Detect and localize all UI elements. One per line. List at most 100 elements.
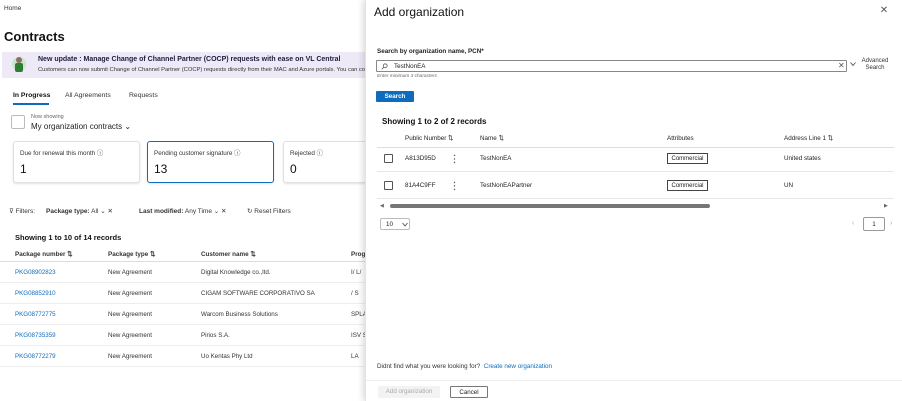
- card-rejected[interactable]: Rejected ⓘ 0: [283, 141, 367, 183]
- col-label: Package number: [15, 251, 66, 258]
- org-name: TestNonEA: [480, 155, 512, 162]
- package-link[interactable]: PKG08902823: [15, 269, 56, 276]
- card-label: Rejected: [290, 150, 315, 157]
- search-hint: Enter minimum 3 characters: [377, 74, 437, 79]
- card-due-for-renewal[interactable]: Due for renewal this month ⓘ 1: [13, 141, 140, 183]
- table-row[interactable]: PKG08852910 New Agreement CIGAM SOFTWARE…: [0, 284, 365, 304]
- table-row[interactable]: PKG08902823 New Agreement Digital Knowle…: [0, 263, 365, 283]
- footer-divider: [366, 380, 902, 381]
- customer-name: Pirios S.A.: [201, 332, 230, 339]
- tab-requests[interactable]: Requests: [129, 92, 158, 99]
- chevron-down-icon[interactable]: [850, 61, 856, 67]
- reset-filters-label: Reset Filters: [254, 208, 291, 215]
- col-name[interactable]: Name ⇅: [480, 135, 504, 142]
- table-row[interactable]: PKG08772775 New Agreement Warcom Busines…: [0, 305, 367, 325]
- table-row[interactable]: A813D95D TestNonEA Commercial United sta…: [377, 146, 894, 172]
- customer-name: Uo Kentas Phy Ltd: [201, 353, 253, 360]
- banner-illustration-icon: [12, 57, 26, 72]
- tab-in-progress[interactable]: In Progress: [13, 92, 50, 99]
- search-label: Search by organization name, PCN*: [377, 48, 484, 55]
- package-type-label: Package type:: [46, 208, 90, 215]
- contracts-table-header: Package number ⇅ Package type ⇅ Customer…: [0, 248, 365, 262]
- tab-all-agreements[interactable]: All Agreements: [65, 92, 111, 99]
- table-row[interactable]: PKG08772279 New Agreement Uo Kentas Phy …: [0, 347, 365, 367]
- col-address-line-1[interactable]: Address Line 1 ⇅: [784, 135, 833, 142]
- reset-filters-button[interactable]: ↻ Reset Filters: [247, 207, 291, 215]
- current-page[interactable]: 1: [863, 217, 885, 231]
- cancel-button[interactable]: Cancel: [450, 386, 488, 398]
- card-value: 13: [154, 162, 168, 176]
- card-pending-signature[interactable]: Pending customer signature ⓘ 13: [147, 141, 274, 183]
- col-label: Customer name: [201, 251, 249, 258]
- last-modified-value: Any Time: [184, 208, 212, 215]
- info-icon: ⓘ: [97, 150, 104, 157]
- row-checkbox[interactable]: [384, 154, 393, 163]
- org-name: TestNonEAPartner: [480, 182, 533, 189]
- more-options-icon[interactable]: [453, 154, 456, 164]
- page-size-value: 10: [386, 221, 393, 228]
- last-modified-label: Last modified:: [139, 208, 184, 215]
- col-label: Name: [480, 135, 497, 142]
- col-label: Package type: [108, 251, 149, 258]
- attribute-badge: Commercial: [667, 180, 708, 191]
- row-checkbox[interactable]: [384, 181, 393, 190]
- sort-icon: ⇅: [250, 251, 256, 258]
- card-value: 0: [290, 162, 297, 176]
- package-type: New Agreement: [108, 332, 153, 339]
- col-label: Public Number: [405, 135, 447, 142]
- package-link[interactable]: PKG08772775: [15, 311, 56, 318]
- col-customer-name[interactable]: Customer name ⇅: [201, 251, 256, 258]
- next-page-icon[interactable]: ›: [890, 220, 892, 227]
- col-package-type[interactable]: Package type ⇅: [108, 251, 155, 258]
- package-link[interactable]: PKG08772279: [15, 353, 56, 360]
- clear-filter-icon[interactable]: ✕: [107, 208, 112, 215]
- package-type: New Agreement: [108, 353, 153, 360]
- sort-icon: ⇅: [827, 135, 834, 142]
- page-size-select[interactable]: 10: [380, 218, 410, 230]
- info-icon: ⓘ: [234, 150, 241, 157]
- chevron-down-icon: ⌄: [100, 208, 106, 215]
- not-found-label: Didnt find what you were looking for?: [377, 363, 481, 370]
- clear-filter-icon[interactable]: ✕: [221, 208, 226, 215]
- scrollbar-thumb[interactable]: [390, 204, 710, 208]
- package-type: New Agreement: [108, 311, 153, 318]
- horizontal-scrollbar[interactable]: ◀ ▶: [380, 203, 891, 209]
- package-type-filter[interactable]: Package type: All ⌄ ✕: [46, 207, 113, 215]
- sort-icon: ⇅: [150, 251, 156, 258]
- program: I/ L/: [351, 269, 362, 276]
- col-package-number[interactable]: Package number ⇅: [15, 251, 72, 258]
- customer-name: Digital Knowledge co.,ltd.: [201, 269, 271, 276]
- breadcrumb[interactable]: Home: [4, 5, 21, 12]
- create-organization-link[interactable]: Create new organization: [484, 363, 552, 370]
- package-link[interactable]: PKG08735359: [15, 332, 56, 339]
- active-tab-indicator: [13, 103, 49, 105]
- more-options-icon[interactable]: [453, 181, 456, 191]
- scroll-right-icon[interactable]: ▶: [884, 203, 888, 209]
- not-found-text: Didnt find what you were looking for? Cr…: [377, 363, 552, 370]
- sort-icon: ⇅: [67, 251, 73, 258]
- advanced-search-toggle[interactable]: Advanced Search: [860, 58, 890, 71]
- customer-name: Warcom Business Solutions: [201, 311, 278, 318]
- last-modified-filter[interactable]: Last modified: Any Time ⌄ ✕: [139, 207, 227, 215]
- scroll-left-icon[interactable]: ◀: [380, 203, 384, 209]
- col-label: Address Line 1: [784, 135, 827, 142]
- search-button[interactable]: Search: [376, 91, 414, 102]
- card-value: 1: [20, 162, 27, 176]
- previous-page-icon[interactable]: ‹: [852, 220, 854, 227]
- table-row[interactable]: PKG08735359 New Agreement Pirios S.A. IS…: [0, 326, 367, 346]
- clear-search-icon[interactable]: ✕: [838, 61, 845, 70]
- package-type: New Agreement: [108, 290, 153, 297]
- package-link[interactable]: PKG08852910: [15, 290, 56, 297]
- add-organization-button[interactable]: Add organization: [378, 386, 440, 398]
- chevron-down-icon: ⌄: [124, 122, 132, 131]
- table-row[interactable]: 81A4C9FF TestNonEAPartner Commercial UN: [377, 173, 894, 199]
- search-value: TestNonEA: [394, 63, 426, 70]
- close-icon[interactable]: ✕: [879, 6, 889, 16]
- search-input[interactable]: TestNonEA ✕: [376, 60, 847, 72]
- now-showing-dropdown[interactable]: My organization contracts ⌄: [31, 122, 131, 131]
- chevron-down-icon: [402, 222, 408, 227]
- col-public-number[interactable]: Public Number ⇅: [405, 135, 453, 142]
- contracts-view-icon: [11, 115, 25, 129]
- col-program[interactable]: Prog: [351, 251, 365, 258]
- now-showing-value: My organization contracts: [31, 122, 123, 131]
